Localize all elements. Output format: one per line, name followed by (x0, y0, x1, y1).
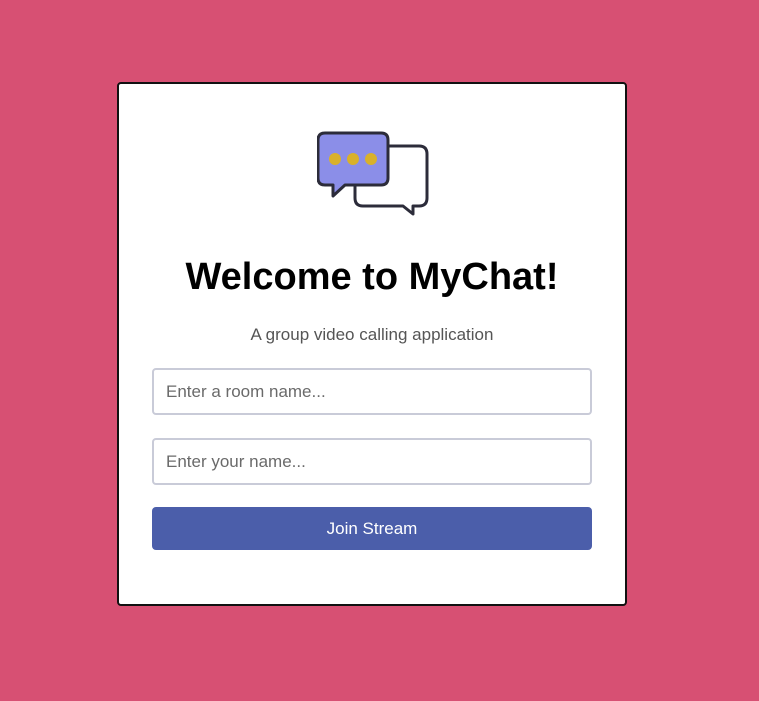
user-name-input[interactable] (152, 438, 592, 485)
join-stream-button[interactable]: Join Stream (152, 507, 592, 550)
page-subtitle: A group video calling application (250, 325, 494, 344)
room-name-input[interactable] (152, 368, 592, 415)
chat-bubbles-icon (317, 131, 429, 216)
join-card: Welcome to MyChat! A group video calling… (117, 82, 627, 606)
page-title: Welcome to MyChat! (185, 256, 559, 298)
